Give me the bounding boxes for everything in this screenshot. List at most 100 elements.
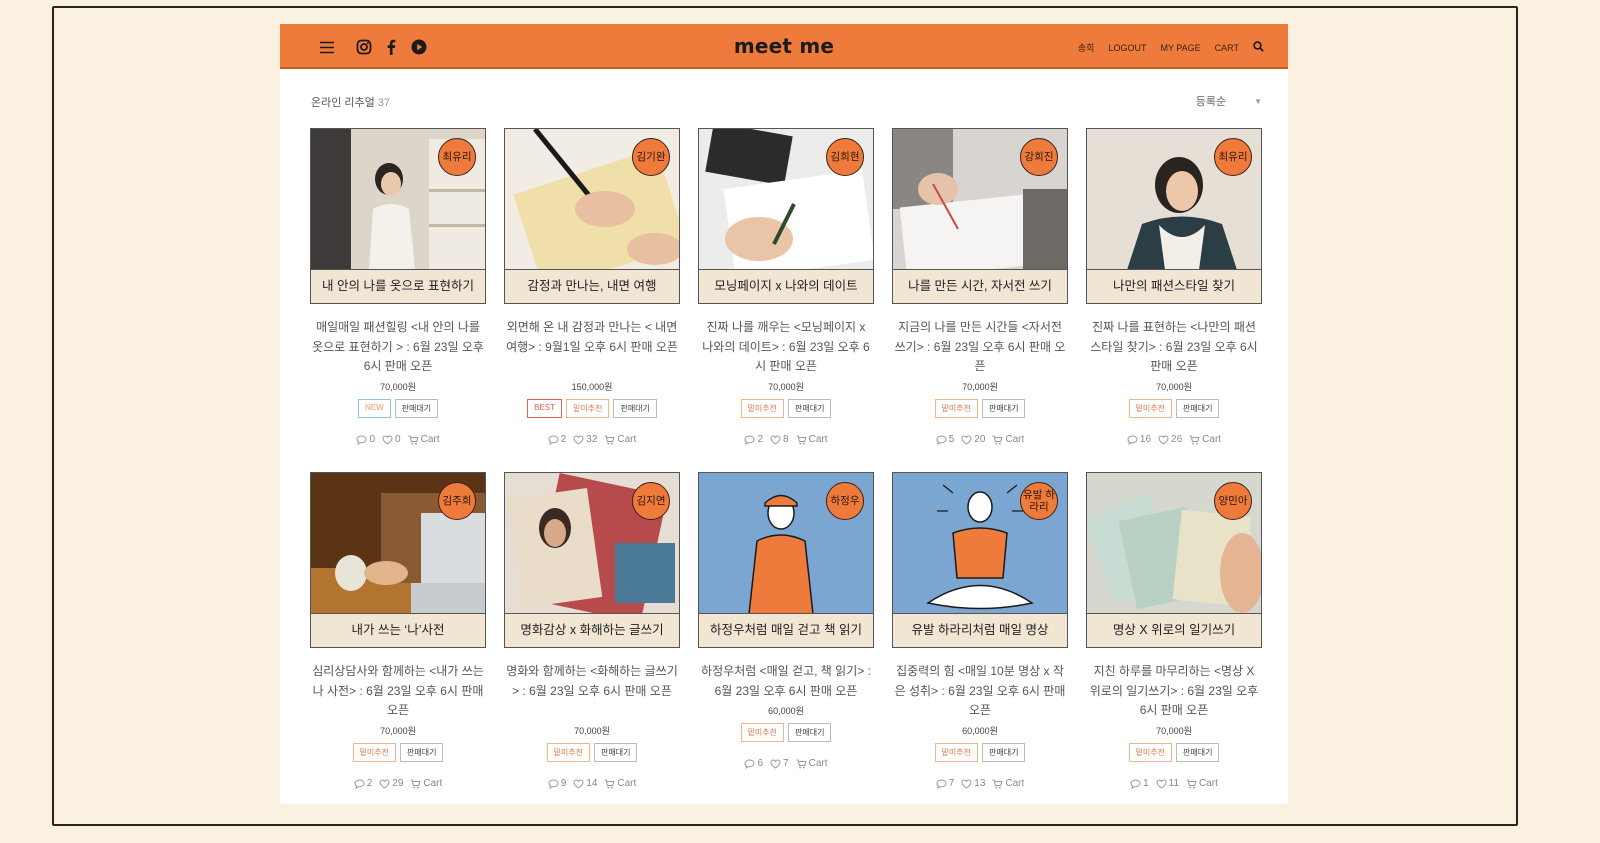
item-count: 37 xyxy=(377,97,391,109)
comment-icon xyxy=(744,758,755,769)
product-thumbnail[interactable]: 김지연 명화감상 x 화해하는 글쓰기 xyxy=(504,472,680,648)
status-badge: 판매대기 xyxy=(788,399,832,418)
comment-count[interactable]: 9 xyxy=(548,778,566,789)
product-card[interactable]: 김희현 모닝페이지 x 나와의 데이트진짜 나를 깨우는 <모닝페이지 x 나와의… xyxy=(698,128,874,472)
nav-cart[interactable]: CART xyxy=(1215,43,1239,53)
add-to-cart-button[interactable]: Cart xyxy=(796,434,828,445)
product-tags: 밑미추천 판매대기 xyxy=(892,743,1068,762)
status-badge: 밑미추천 xyxy=(566,399,610,418)
cart-icon xyxy=(796,435,807,445)
comment-icon xyxy=(354,778,365,789)
like-count[interactable]: 20 xyxy=(961,434,985,445)
category-label: 온라인 리추얼 xyxy=(311,97,375,109)
product-card[interactable]: 최유리 내 안의 나를 옷으로 표현하기매일매일 패션힐링 <내 안의 나를 옷으… xyxy=(310,128,486,472)
cart-icon xyxy=(1186,779,1197,789)
like-count[interactable]: 14 xyxy=(573,778,597,789)
comment-count[interactable]: 2 xyxy=(744,434,763,445)
comment-count[interactable]: 6 xyxy=(744,758,763,769)
product-thumbnail[interactable]: 김기완 감정과 만나는, 내면 여행 xyxy=(504,128,680,304)
product-title[interactable]: 진짜 나를 깨우는 <모닝페이지 x 나와의 데이트> : 6월 23일 오후 … xyxy=(698,318,874,378)
like-count[interactable]: 13 xyxy=(961,778,985,789)
like-count[interactable]: 11 xyxy=(1156,778,1179,789)
comment-count-value: 1 xyxy=(1143,778,1149,789)
product-tags: 밑미추천 판매대기 xyxy=(310,743,486,762)
add-to-cart-button[interactable]: Cart xyxy=(408,434,440,445)
heart-icon xyxy=(770,758,781,769)
like-count[interactable]: 0 xyxy=(382,434,401,445)
product-card[interactable]: 김주희 내가 쓰는 ‘나’사전심리상담사와 함께하는 <내가 쓰는 나 사전> :… xyxy=(310,472,486,804)
product-title[interactable]: 명화와 함께하는 <화해하는 글쓰기> : 6월 23일 오후 6시 판매 오픈 xyxy=(504,662,680,722)
comment-count[interactable]: 16 xyxy=(1127,434,1151,445)
like-count-value: 7 xyxy=(783,758,789,769)
product-title[interactable]: 지금의 나를 만든 시간들 <자서전 쓰기> : 6월 23일 오후 6시 판매… xyxy=(892,318,1068,378)
add-to-cart-button[interactable]: Cart xyxy=(992,778,1024,789)
product-thumbnail[interactable]: 최유리 내 안의 나를 옷으로 표현하기 xyxy=(310,128,486,304)
product-title[interactable]: 진짜 나를 표현하는 <나만의 패션스타일 찾기> : 6월 23일 오후 6시… xyxy=(1086,318,1262,378)
comment-count[interactable]: 2 xyxy=(354,778,372,789)
comment-count[interactable]: 1 xyxy=(1130,778,1149,789)
like-count[interactable]: 26 xyxy=(1158,434,1182,445)
product-card[interactable]: 김기완 감정과 만나는, 내면 여행외면해 온 내 감정과 만나는 < 내면 여행… xyxy=(504,128,680,472)
product-meta: 16 26 Cart xyxy=(1086,434,1262,445)
product-title[interactable]: 외면해 온 내 감정과 만나는 < 내면 여행> : 9월1일 오후 6시 판매… xyxy=(504,318,680,378)
status-badge: 밑미추천 xyxy=(934,399,978,418)
nav-mypage[interactable]: MY PAGE xyxy=(1160,43,1200,53)
product-thumbnail[interactable]: 최유리 나만의 패션스타일 찾기 xyxy=(1086,128,1262,304)
add-to-cart-button[interactable]: Cart xyxy=(604,434,636,445)
product-thumbnail[interactable]: 양민아 명상 X 위로의 일기쓰기 xyxy=(1086,472,1262,648)
product-title[interactable]: 집중력의 힘 <매일 10분 명상 x 작은 성취> : 6월 23일 오후 6… xyxy=(892,662,1068,722)
nav-logout[interactable]: LOGOUT xyxy=(1108,43,1146,53)
product-title[interactable]: 지친 하루를 마무리하는 <명상 X 위로의 일기쓰기> : 6월 23일 오후… xyxy=(1086,662,1262,722)
comment-icon xyxy=(548,778,559,789)
product-price: 60,000원 xyxy=(962,726,998,736)
heart-icon xyxy=(573,778,584,789)
shop-page: meet me 송희 LOGOUT MY PAGE CART 온라인 리추얼 37… xyxy=(280,24,1288,804)
product-title[interactable]: 심리상담사와 함께하는 <내가 쓰는 나 사전> : 6월 23일 오후 6시 … xyxy=(310,662,486,722)
comment-count[interactable]: 0 xyxy=(356,434,375,445)
nav-user[interactable]: 송희 xyxy=(1078,41,1095,54)
product-card[interactable]: 양민아 명상 X 위로의 일기쓰기지친 하루를 마무리하는 <명상 X 위로의 일… xyxy=(1086,472,1262,804)
product-thumbnail[interactable]: 강희진 나를 만든 시간, 자서전 쓰기 xyxy=(892,128,1068,304)
product-thumbnail[interactable]: 김희현 모닝페이지 x 나와의 데이트 xyxy=(698,128,874,304)
cart-label: Cart xyxy=(423,778,443,789)
product-meta: 2 29 Cart xyxy=(310,778,486,789)
product-tags: 밑미추천 판매대기 xyxy=(698,399,874,418)
product-title[interactable]: 하정우처럼 <매일 걷고, 책 읽기> : 6월 23일 오후 6시 판매 오픈 xyxy=(698,662,874,702)
like-count-value: 8 xyxy=(783,434,789,445)
host-badge: 김지연 xyxy=(632,482,670,520)
product-tags: 밑미추천 판매대기 xyxy=(1086,399,1262,418)
add-to-cart-button[interactable]: Cart xyxy=(1186,778,1218,789)
product-card[interactable]: 유발 하라리 유발 하라리처럼 매일 명상집중력의 힘 <매일 10분 명상 x … xyxy=(892,472,1068,804)
add-to-cart-button[interactable]: Cart xyxy=(796,758,828,769)
thumbnail-caption: 유발 하라리처럼 매일 명상 xyxy=(893,613,1067,647)
product-thumbnail[interactable]: 김주희 내가 쓰는 ‘나’사전 xyxy=(310,472,486,648)
product-card[interactable]: 하정우 하정우처럼 매일 걷고 책 읽기하정우처럼 <매일 걷고, 책 읽기> :… xyxy=(698,472,874,804)
comment-count[interactable]: 2 xyxy=(548,434,566,445)
product-card[interactable]: 강희진 나를 만든 시간, 자서전 쓰기지금의 나를 만든 시간들 <자서전 쓰기… xyxy=(892,128,1068,472)
status-badge: 밑미추천 xyxy=(740,399,784,418)
host-badge: 양민아 xyxy=(1214,482,1252,520)
like-count[interactable]: 8 xyxy=(770,434,789,445)
chevron-down-icon: ▼ xyxy=(1254,96,1262,106)
product-card[interactable]: 김지연 명화감상 x 화해하는 글쓰기명화와 함께하는 <화해하는 글쓰기> : … xyxy=(504,472,680,804)
product-meta: 9 14 Cart xyxy=(504,778,680,789)
like-count[interactable]: 7 xyxy=(770,758,789,769)
host-badge: 최유리 xyxy=(1214,138,1252,176)
comment-count[interactable]: 7 xyxy=(936,778,954,789)
add-to-cart-button[interactable]: Cart xyxy=(1189,434,1221,445)
cart-icon xyxy=(408,435,419,445)
add-to-cart-button[interactable]: Cart xyxy=(992,434,1024,445)
product-thumbnail[interactable]: 하정우 하정우처럼 매일 걷고 책 읽기 xyxy=(698,472,874,648)
like-count[interactable]: 29 xyxy=(379,778,403,789)
add-to-cart-button[interactable]: Cart xyxy=(410,778,442,789)
product-title[interactable]: 매일매일 패션힐링 <내 안의 나를 옷으로 표현하기 > : 6월 23일 오… xyxy=(310,318,486,378)
product-card[interactable]: 최유리 나만의 패션스타일 찾기진짜 나를 표현하는 <나만의 패션스타일 찾기>… xyxy=(1086,128,1262,472)
add-to-cart-button[interactable]: Cart xyxy=(604,778,636,789)
cart-label: Cart xyxy=(420,434,440,445)
sort-select[interactable]: 등록순 ▼ xyxy=(1196,93,1262,109)
comment-count[interactable]: 5 xyxy=(936,434,954,445)
status-badge: 판매대기 xyxy=(400,743,444,762)
search-icon[interactable] xyxy=(1253,41,1264,54)
like-count[interactable]: 32 xyxy=(573,434,597,445)
product-thumbnail[interactable]: 유발 하라리 유발 하라리처럼 매일 명상 xyxy=(892,472,1068,648)
